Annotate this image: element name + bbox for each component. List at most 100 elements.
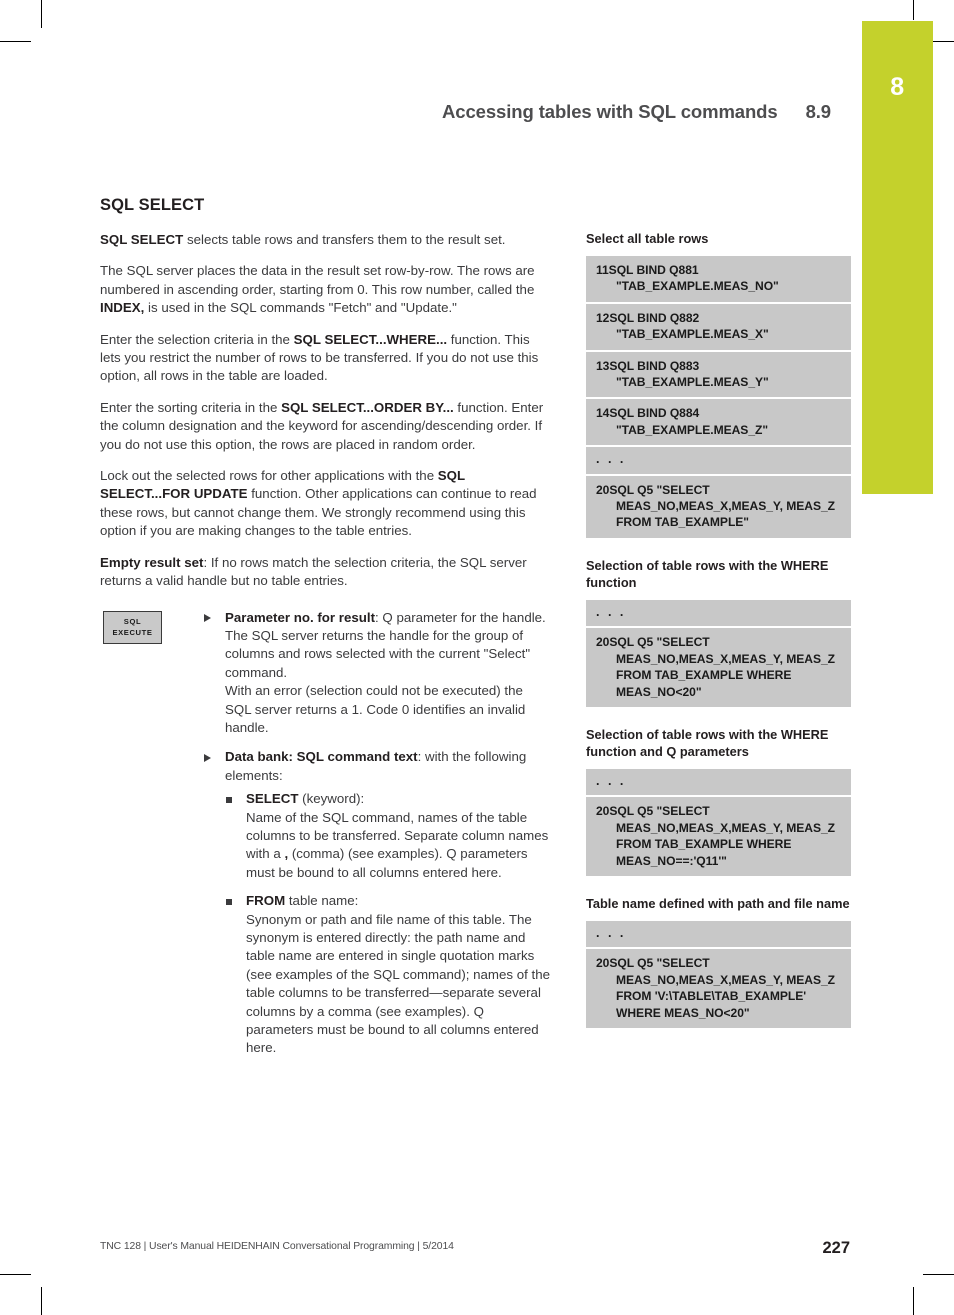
- code-line-continuation: FROM 'V:\TABLE\TAB_EXAMPLE': [616, 989, 807, 1004]
- code-block-row: 11SQL BIND Q881 "TAB_EXAMPLE.MEAS_NO": [586, 256, 851, 302]
- softkey-and-parameter-list: SQL EXECUTE Parameter no. for result: Q …: [100, 609, 550, 1058]
- code-sample-group: Select all table rows 11SQL BIND Q881 "TAB…: [586, 230, 851, 538]
- code-block-row: 20SQL Q5 "SELECT MEAS_NO,MEAS_X,MEAS_Y, M…: [586, 475, 851, 538]
- text-run: (comma) (see examples). Q parameters mus…: [246, 846, 528, 880]
- paragraph: The SQL server places the data in the re…: [100, 262, 550, 317]
- code-line-continuation: MEAS_NO,MEAS_X,MEAS_Y, MEAS_Z: [616, 972, 835, 987]
- chapter-thumb-tab: 8: [862, 21, 933, 494]
- emphasis-text: SQL SELECT: [100, 232, 184, 247]
- crop-mark-top-right-vertical: [913, 0, 914, 20]
- code-line-continuation: MEAS_NO,MEAS_X,MEAS_Y, MEAS_Z: [616, 651, 835, 666]
- page-footer: TNC 128 | User's Manual HEIDENHAIN Conve…: [100, 1239, 850, 1259]
- element-sub-bullet: FROM table name: Synonym or path and file…: [225, 892, 550, 1058]
- text-run: The SQL server places the data in the re…: [100, 263, 535, 297]
- paragraph: Empty result set: If no rows match the s…: [100, 554, 550, 591]
- text-run: is used in the SQL commands "Fetch" and …: [144, 300, 457, 316]
- code-block-row: 13SQL BIND Q883 "TAB_EXAMPLE.MEAS_Y": [586, 351, 851, 398]
- code-ellipsis-row: . . .: [586, 768, 851, 796]
- emphasis-text: FROM: [246, 893, 286, 909]
- code-line-continuation: WHERE MEAS_NO<20": [616, 1005, 750, 1020]
- code-line-continuation: "TAB_EXAMPLE.MEAS_Y": [616, 375, 769, 390]
- code-line-continuation: "TAB_EXAMPLE.MEAS_Z": [616, 422, 769, 437]
- code-line: . . .: [596, 773, 626, 788]
- paragraph: SQL SELECT selects table rows and transf…: [100, 231, 550, 249]
- code-line-continuation: MEAS_NO,MEAS_X,MEAS_Y, MEAS_Z: [616, 820, 835, 835]
- code-line-continuation: FROM TAB_EXAMPLE": [616, 515, 749, 530]
- square-bullet-icon: [226, 796, 232, 803]
- text-run: table name:: [285, 893, 359, 909]
- code-sample-title: Select all table rows: [586, 231, 709, 246]
- parameter-bullet: Parameter no. for result: Q parameter fo…: [204, 609, 550, 738]
- code-block-row: 14SQL BIND Q884 "TAB_EXAMPLE.MEAS_Z": [586, 399, 851, 446]
- code-line: 20SQL Q5 "SELECT: [596, 804, 710, 819]
- text-run: With an error (selection could not be ex…: [225, 683, 526, 735]
- text-run: (keyword):: [298, 791, 365, 807]
- text-run: Lock out the selected rows for other app…: [100, 468, 438, 484]
- code-line: . . .: [596, 604, 626, 619]
- code-line: 14SQL BIND Q884: [596, 406, 700, 421]
- text-run: selects table rows and transfers them to…: [183, 232, 506, 247]
- code-line: 20SQL Q5 "SELECT: [596, 635, 710, 650]
- crop-mark-bottom-left-vertical: [41, 1287, 42, 1315]
- code-line: 13SQL BIND Q883: [596, 358, 700, 373]
- emphasis-text: INDEX,: [100, 300, 145, 316]
- square-bullet-icon: [226, 898, 232, 905]
- text-run: Enter the sorting criteria in the: [100, 399, 282, 415]
- code-block-row: 20SQL Q5 "SELECT MEAS_NO,MEAS_X,MEAS_Y, M…: [586, 628, 851, 707]
- code-line-continuation: MEAS_NO<20": [616, 684, 702, 699]
- emphasis-text: Parameter no. for result: [225, 609, 376, 625]
- code-line: 12SQL BIND Q882: [596, 310, 700, 325]
- code-sample-title: Table name defined with path and file na…: [586, 895, 850, 911]
- softkey-label-line1: SQL: [123, 617, 142, 626]
- code-line: . . .: [596, 925, 626, 940]
- code-block-row: 12SQL BIND Q882 "TAB_EXAMPLE.MEAS_X": [586, 303, 851, 350]
- code-line-continuation: MEAS_NO,MEAS_X,MEAS_Y, MEAS_Z: [616, 499, 835, 514]
- emphasis-text: Empty result set: [100, 554, 204, 570]
- paragraph: Lock out the selected rows for other app…: [100, 467, 550, 541]
- emphasis-text: Data bank: SQL command text: [225, 749, 418, 765]
- footer-imprint: TNC 128 | User's Manual HEIDENHAIN Conve…: [100, 1241, 454, 1252]
- code-line: 20SQL Q5 "SELECT: [596, 482, 710, 497]
- code-line-continuation: FROM TAB_EXAMPLE WHERE: [616, 837, 792, 852]
- page-number: 227: [822, 1239, 850, 1257]
- paragraph: Enter the selection criteria in the SQL …: [100, 331, 550, 386]
- text-run: Synonym or path and file name of this ta…: [246, 911, 551, 1056]
- parameter-bullet: Data bank: SQL command text: with the fo…: [204, 748, 550, 1058]
- code-ellipsis-row: . . .: [586, 447, 851, 474]
- code-ellipsis-row: . . .: [586, 599, 851, 627]
- running-head-title: Accessing tables with SQL commands: [442, 101, 778, 122]
- code-block-row: 20SQL Q5 "SELECT MEAS_NO,MEAS_X,MEAS_Y, M…: [586, 797, 851, 876]
- element-sub-bullet: SELECT (keyword): Name of the SQL command…: [225, 790, 550, 882]
- crop-mark-bottom-right-vertical: [913, 1287, 914, 1315]
- softkey-label-line2: EXECUTE: [112, 628, 153, 637]
- code-block-row: 20SQL Q5 "SELECT MEAS_NO,MEAS_X,MEAS_Y, M…: [586, 949, 851, 1028]
- triangle-bullet-icon: [204, 753, 211, 762]
- code-sample-group: Selection of table rows with the WHERE f…: [586, 726, 851, 876]
- left-column: SQL SELECT SQL SELECT selects table rows…: [100, 196, 550, 1069]
- code-sample-groups: Select all table rows 11SQL BIND Q881 "TAB…: [586, 230, 851, 1028]
- code-line-continuation: "TAB_EXAMPLE.MEAS_X": [616, 327, 769, 342]
- text-run: Enter the selection criteria in the: [100, 331, 294, 347]
- code-ellipsis-row: . . .: [586, 920, 851, 948]
- right-column: Select all table rows 11SQL BIND Q881 "TAB…: [586, 230, 851, 1047]
- code-line: 11SQL BIND Q881: [596, 263, 699, 277]
- parameter-bullet-list: Parameter no. for result: Q parameter fo…: [204, 609, 550, 1058]
- code-sample-title: Selection of table rows with the WHERE f…: [586, 557, 829, 590]
- emphasis-text: SQL SELECT...WHERE...: [293, 331, 448, 347]
- element-sub-list: SELECT (keyword): Name of the SQL command…: [225, 790, 550, 1058]
- code-line: 20SQL Q5 "SELECT: [596, 956, 710, 971]
- body-paragraphs: SQL SELECT selects table rows and transf…: [100, 231, 550, 591]
- sql-execute-softkey[interactable]: SQL EXECUTE: [103, 610, 162, 644]
- triangle-bullet-icon: [204, 614, 211, 622]
- code-sample-group: Table name defined with path and file na…: [586, 895, 851, 1028]
- page-title: SQL SELECT: [100, 196, 205, 214]
- paragraph: Enter the sorting criteria in the SQL SE…: [100, 399, 550, 454]
- chapter-number: 8: [890, 73, 905, 101]
- code-line: . . .: [596, 452, 626, 467]
- crop-mark-bottom-left-horizontal: [0, 1274, 31, 1275]
- crop-mark-bottom-right-horizontal: [923, 1274, 954, 1275]
- emphasis-text: SELECT: [246, 791, 299, 807]
- crop-mark-top-left-horizontal: [0, 41, 31, 42]
- crop-mark-top-left-vertical: [41, 0, 42, 28]
- emphasis-text: SQL SELECT...ORDER BY...: [281, 399, 454, 415]
